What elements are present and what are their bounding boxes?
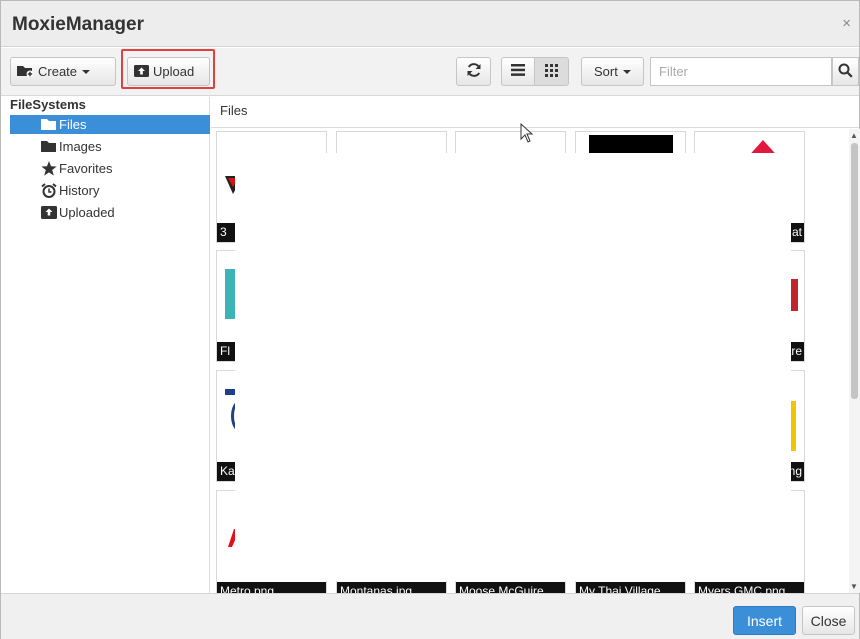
chevron-down-icon — [82, 69, 91, 74]
insert-button[interactable]: Insert — [733, 606, 796, 635]
sidebar-item-history[interactable]: History — [10, 181, 210, 200]
scroll-thumb[interactable] — [851, 143, 858, 399]
alarm-clock-icon — [41, 183, 57, 198]
sidebar-item-files[interactable]: Files — [10, 115, 210, 134]
moxiemanager-dialog: MoxieManager × Create Upload Sort Filter… — [0, 0, 860, 639]
folder-plus-icon — [17, 64, 34, 80]
sidebar-item-label: Favorites — [59, 161, 113, 176]
upload-label: Upload — [153, 64, 195, 79]
sort-label: Sort — [594, 64, 618, 79]
thumb-image — [225, 389, 235, 395]
footer: Insert Close — [1, 593, 859, 639]
sidebar-item-images[interactable]: Images — [10, 137, 210, 156]
folder-open-icon — [41, 117, 57, 132]
sidebar-item-uploaded[interactable]: Uploaded — [10, 203, 210, 222]
list-view-button[interactable] — [501, 57, 535, 86]
sidebar-item-label: History — [59, 183, 100, 198]
dialog-title: MoxieManager — [12, 14, 144, 35]
sidebar-heading: FileSystems — [10, 97, 86, 112]
refresh-icon — [466, 62, 482, 81]
redaction-overlay — [235, 153, 791, 581]
star-icon — [41, 161, 57, 176]
mouse-cursor-icon — [520, 123, 533, 143]
folder-icon — [41, 139, 57, 154]
file-caption: My Thai Village — [576, 582, 685, 593]
upload-icon — [134, 64, 149, 80]
filter-input[interactable] — [650, 57, 832, 86]
grid-scrollbar[interactable]: ▲ ▼ — [849, 129, 860, 593]
create-button[interactable]: Create — [10, 57, 116, 86]
close-button[interactable]: Close — [802, 606, 855, 635]
thumbnail-view-button[interactable] — [534, 57, 569, 86]
grid-icon — [545, 63, 558, 80]
file-caption: Myers GMC.png — [695, 582, 804, 593]
title-bar: MoxieManager × — [1, 1, 859, 47]
search-button[interactable] — [832, 57, 859, 86]
sidebar-item-label: Images — [59, 139, 102, 154]
upload-box-icon — [41, 205, 57, 220]
refresh-button[interactable] — [456, 57, 491, 86]
sidebar-item-favorites[interactable]: Favorites — [10, 159, 210, 178]
sidebar-item-label: Files — [59, 117, 87, 132]
list-icon — [511, 64, 525, 79]
sidebar: FileSystems Files Images Favorites Histo… — [1, 97, 210, 593]
sidebar-item-label: Uploaded — [59, 205, 115, 220]
close-icon[interactable]: × — [842, 16, 851, 31]
search-icon — [838, 63, 853, 81]
file-caption: Montanas.jpg — [337, 582, 446, 593]
files-heading: Files — [220, 103, 248, 118]
chevron-down-icon — [622, 69, 631, 74]
create-label: Create — [38, 64, 78, 79]
file-caption: Metro.png — [217, 582, 326, 593]
scroll-up-arrow-icon[interactable]: ▲ — [850, 131, 858, 140]
upload-button[interactable]: Upload — [127, 57, 210, 86]
file-caption: Moose McGuire — [456, 582, 565, 593]
sort-button[interactable]: Sort — [581, 57, 644, 86]
scroll-down-arrow-icon[interactable]: ▼ — [850, 582, 858, 591]
files-header: Files — [211, 97, 859, 128]
